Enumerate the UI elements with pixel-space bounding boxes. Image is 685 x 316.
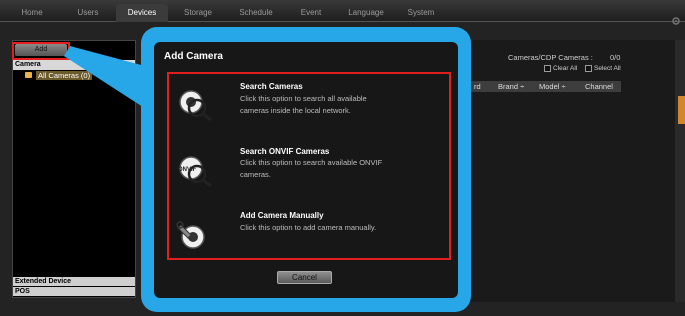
onvif-badge-text: ONVIF: [178, 167, 197, 173]
camera-search-icon[interactable]: [175, 86, 215, 127]
option-search-onvif-title[interactable]: Search ONVIF Cameras: [240, 147, 329, 156]
manual-add-camera-icon[interactable]: [175, 219, 215, 260]
app-window: Home Users Devices Storage Schedule Even…: [0, 0, 685, 316]
option-search-cameras-desc: Click this option to search all availabl…: [240, 94, 367, 115]
onvif-search-icon[interactable]: ONVIF: [175, 152, 215, 193]
option-search-cameras-title[interactable]: Search Cameras: [240, 82, 303, 91]
option-add-manually-desc: Click this option to add camera manually…: [240, 223, 377, 232]
dialog-title: Add Camera: [164, 51, 223, 62]
option-search-onvif-desc: Click this option to search available ON…: [240, 158, 383, 179]
cancel-button[interactable]: Cancel: [277, 271, 332, 284]
option-add-manually-title[interactable]: Add Camera Manually: [240, 211, 324, 220]
